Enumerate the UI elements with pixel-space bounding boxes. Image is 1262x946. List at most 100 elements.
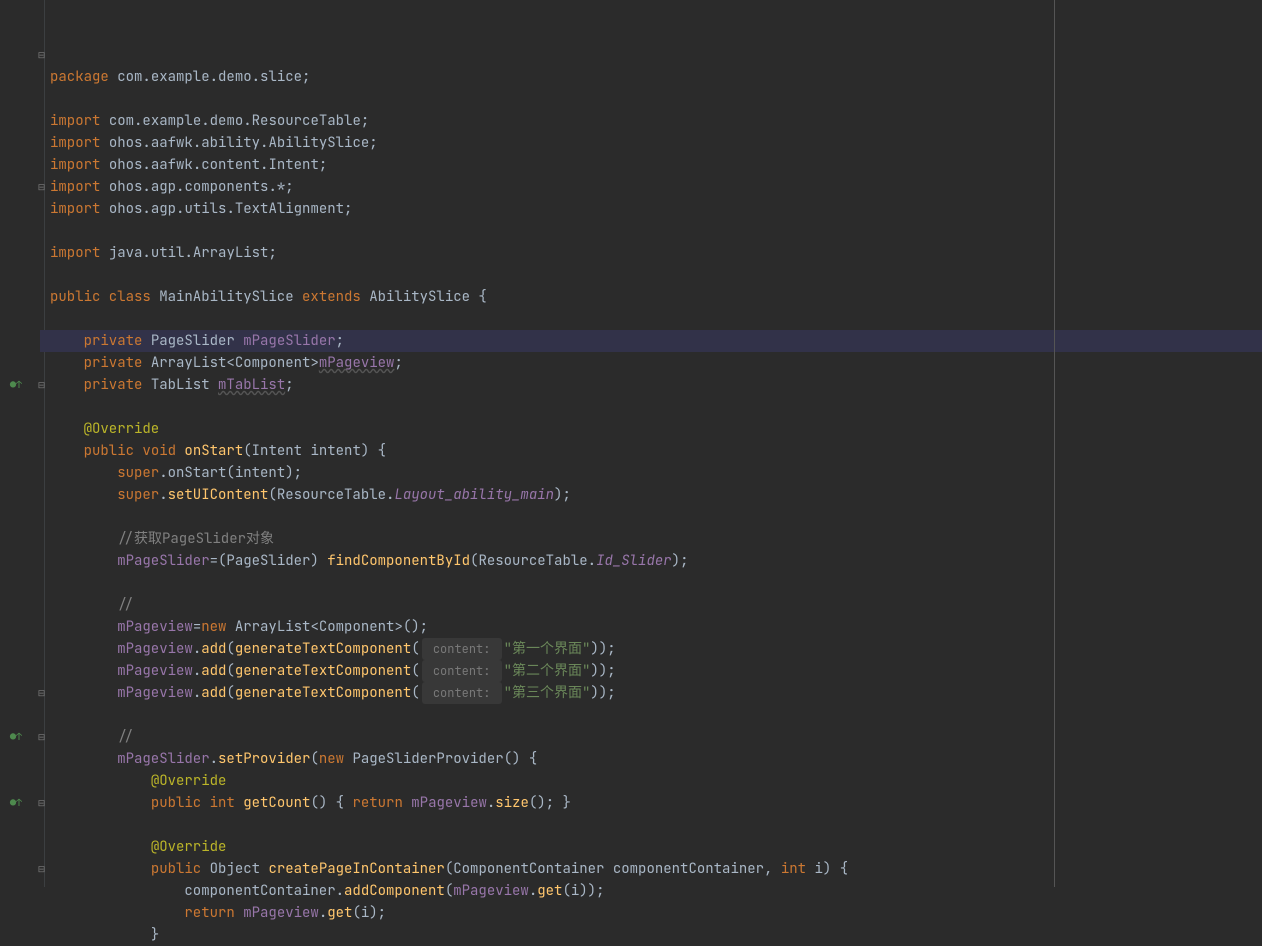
- gutter-line[interactable]: [0, 88, 44, 110]
- token: .: [193, 638, 201, 660]
- gutter-line[interactable]: [0, 0, 44, 22]
- gutter-line[interactable]: [0, 616, 44, 638]
- token: Component: [319, 616, 395, 638]
- gutter-line[interactable]: [0, 198, 44, 220]
- code-line[interactable]: [45, 308, 1262, 330]
- token: new: [319, 748, 353, 770]
- code-line[interactable]: public class MainAbilitySlice extends Ab…: [45, 286, 1262, 308]
- override-icon[interactable]: ●↑: [10, 792, 22, 814]
- code-line[interactable]: mPageSlider=(PageSlider) findComponentBy…: [45, 550, 1262, 572]
- gutter-line[interactable]: [0, 220, 44, 242]
- token: example: [142, 110, 201, 132]
- gutter-line[interactable]: [0, 418, 44, 440]
- editor-root: ⊟ ⊟ ●↑⊟ ⊟ ●↑⊟ ●↑⊟ ⊟ package com.example.demo.s…: [0, 0, 1262, 887]
- gutter-line[interactable]: [0, 440, 44, 462]
- code-line[interactable]: [45, 396, 1262, 418]
- code-line[interactable]: public int getCount() { return mPageview…: [45, 792, 1262, 814]
- gutter-line[interactable]: [0, 770, 44, 792]
- code-line[interactable]: public Object createPageInContainer(Comp…: [45, 858, 1262, 880]
- code-line[interactable]: import ohos.aafwk.ability.AbilitySlice;: [45, 132, 1262, 154]
- gutter-line[interactable]: [0, 286, 44, 308]
- code-line[interactable]: mPageSlider.setProvider(new PageSliderPr…: [45, 748, 1262, 770]
- gutter-line[interactable]: [0, 352, 44, 374]
- gutter-line[interactable]: [0, 484, 44, 506]
- code-line[interactable]: return mPageview.get(i);: [45, 902, 1262, 924]
- gutter-line[interactable]: ●↑⊟: [0, 374, 44, 396]
- code-line[interactable]: [45, 704, 1262, 726]
- code-line[interactable]: [45, 88, 1262, 110]
- code-line[interactable]: import ohos.aafwk.content.Intent;: [45, 154, 1262, 176]
- gutter-line[interactable]: [0, 704, 44, 726]
- code-line[interactable]: import com.example.demo.ResourceTable;: [45, 110, 1262, 132]
- code-line[interactable]: import java.util.ArrayList;: [45, 242, 1262, 264]
- code-line[interactable]: import ohos.agp.components.*;: [45, 176, 1262, 198]
- code-line[interactable]: super.onStart(intent);: [45, 462, 1262, 484]
- code-line[interactable]: mPageview.add(generateTextComponent( con…: [45, 660, 1262, 682]
- token: mPageview: [411, 792, 487, 814]
- gutter-line[interactable]: ⊟: [0, 176, 44, 198]
- token: @Override: [151, 836, 227, 858]
- code-line[interactable]: mPageview.add(generateTextComponent( con…: [45, 638, 1262, 660]
- code-line[interactable]: private TabList mTabList;: [45, 374, 1262, 396]
- code-line[interactable]: //: [45, 594, 1262, 616]
- gutter-line[interactable]: [0, 132, 44, 154]
- token: import: [50, 242, 109, 264]
- code-line[interactable]: super.setUIContent(ResourceTable.Layout_…: [45, 484, 1262, 506]
- gutter[interactable]: ⊟ ⊟ ●↑⊟ ⊟ ●↑⊟ ●↑⊟ ⊟: [0, 0, 45, 887]
- code-line[interactable]: [45, 220, 1262, 242]
- gutter-line[interactable]: [0, 264, 44, 286]
- code-line[interactable]: private ArrayList<Component>mPageview;: [45, 352, 1262, 374]
- gutter-line[interactable]: [0, 572, 44, 594]
- token: super: [117, 462, 159, 484]
- code-line[interactable]: [45, 814, 1262, 836]
- code-line[interactable]: @Override: [45, 770, 1262, 792]
- gutter-line[interactable]: ⊟: [0, 44, 44, 66]
- gutter-line[interactable]: [0, 242, 44, 264]
- gutter-line[interactable]: [0, 550, 44, 572]
- override-icon[interactable]: ●↑: [10, 374, 22, 396]
- gutter-line[interactable]: [0, 748, 44, 770]
- code-area[interactable]: package com.example.demo.slice; import co…: [45, 0, 1262, 887]
- code-line[interactable]: //: [45, 726, 1262, 748]
- code-line[interactable]: [45, 572, 1262, 594]
- code-line[interactable]: import ohos.agp.utils.TextAlignment;: [45, 198, 1262, 220]
- token: Intent: [252, 440, 311, 462]
- gutter-line[interactable]: [0, 660, 44, 682]
- code-line[interactable]: mPageview=new ArrayList<Component>();: [45, 616, 1262, 638]
- token: MainAbilitySlice: [159, 286, 302, 308]
- token: .: [142, 132, 150, 154]
- code-line[interactable]: public void onStart(Intent intent) {: [45, 440, 1262, 462]
- code-line[interactable]: [45, 264, 1262, 286]
- gutter-line[interactable]: [0, 506, 44, 528]
- gutter-line[interactable]: [0, 638, 44, 660]
- gutter-line[interactable]: [0, 308, 44, 330]
- token: content: [201, 154, 260, 176]
- gutter-line[interactable]: [0, 110, 44, 132]
- code-line[interactable]: [45, 506, 1262, 528]
- code-line[interactable]: @Override: [45, 836, 1262, 858]
- gutter-line[interactable]: [0, 66, 44, 88]
- code-line[interactable]: }: [45, 924, 1262, 946]
- gutter-line[interactable]: [0, 396, 44, 418]
- gutter-line[interactable]: [0, 330, 44, 352]
- code-line[interactable]: @Override: [45, 418, 1262, 440]
- gutter-line[interactable]: [0, 836, 44, 858]
- gutter-line[interactable]: ⊟: [0, 682, 44, 704]
- code-line[interactable]: package com.example.demo.slice;: [45, 66, 1262, 88]
- gutter-line[interactable]: [0, 22, 44, 44]
- override-icon[interactable]: ●↑: [10, 726, 22, 748]
- code-line[interactable]: //获取PageSlider对象: [45, 528, 1262, 550]
- gutter-line[interactable]: ●↑⊟: [0, 792, 44, 814]
- gutter-line[interactable]: [0, 594, 44, 616]
- gutter-line[interactable]: [0, 154, 44, 176]
- token: //: [117, 594, 134, 616]
- gutter-line[interactable]: [0, 462, 44, 484]
- gutter-line[interactable]: [0, 528, 44, 550]
- code-line[interactable]: mPageview.add(generateTextComponent( con…: [45, 682, 1262, 704]
- gutter-line[interactable]: ⊟: [0, 858, 44, 880]
- gutter-line[interactable]: [0, 814, 44, 836]
- code-line[interactable]: private PageSlider mPageSlider;: [40, 330, 1262, 352]
- gutter-line[interactable]: ●↑⊟: [0, 726, 44, 748]
- token: ResourceTable: [252, 110, 361, 132]
- code-line[interactable]: componentContainer.addComponent(mPagevie…: [45, 880, 1262, 902]
